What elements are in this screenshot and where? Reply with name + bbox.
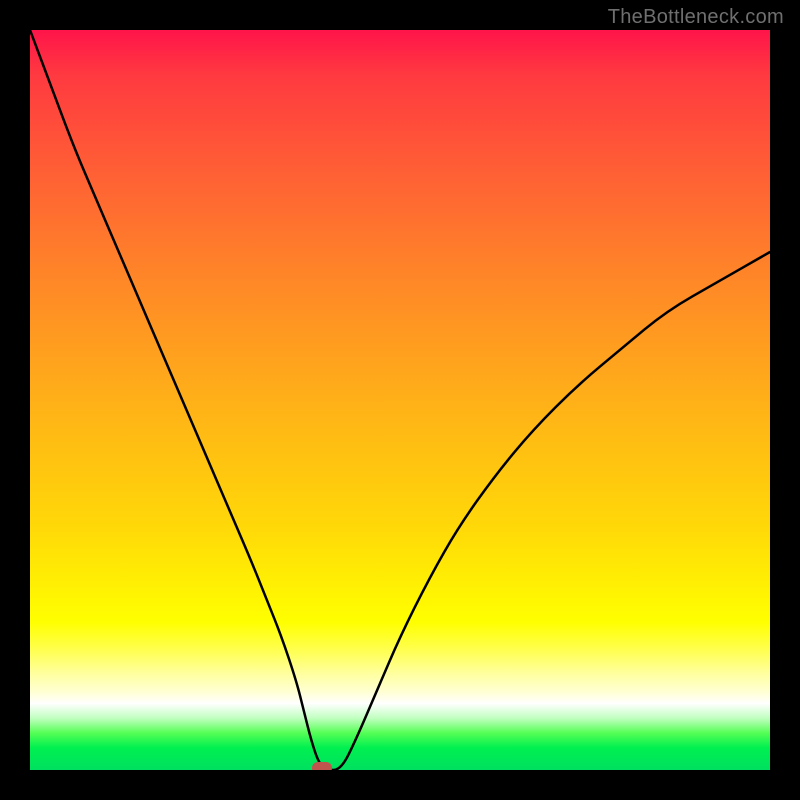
optimal-point-marker bbox=[312, 762, 332, 770]
plot-area bbox=[30, 30, 770, 770]
chart-frame: TheBottleneck.com bbox=[0, 0, 800, 800]
attribution-text: TheBottleneck.com bbox=[608, 6, 784, 29]
bottleneck-curve bbox=[30, 30, 770, 770]
